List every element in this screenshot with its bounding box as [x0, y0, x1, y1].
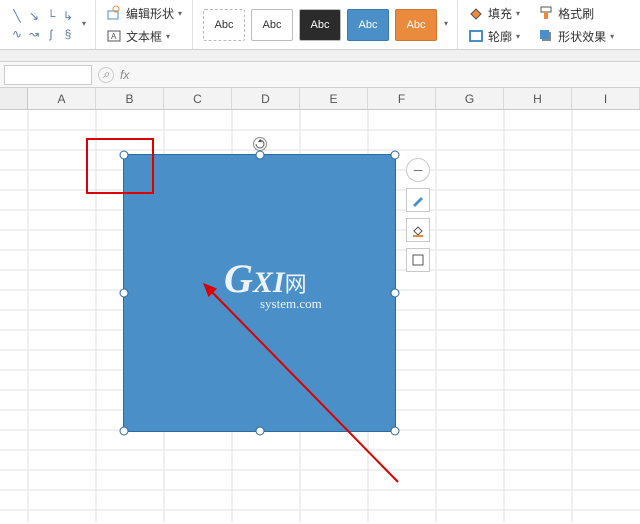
- text-box-button[interactable]: A 文本框 ▾: [102, 26, 186, 47]
- shape-effect-button[interactable]: 形状效果 ▾: [534, 26, 618, 47]
- annotation-red-box: [86, 138, 154, 194]
- resize-handle-ne[interactable]: [391, 151, 400, 160]
- formula-bar: ⌕ fx: [0, 62, 640, 88]
- col-header[interactable]: A: [28, 88, 96, 109]
- selected-shape-rectangle[interactable]: GXI网 system.com: [123, 154, 396, 432]
- fx-label: fx: [120, 68, 129, 82]
- style-swatch-orange[interactable]: Abc: [395, 9, 437, 41]
- text-box-label: 文本框: [126, 28, 162, 45]
- resize-handle-e[interactable]: [391, 289, 400, 298]
- resize-handle-w[interactable]: [120, 289, 129, 298]
- style-gallery-group: Abc Abc Abc Abc Abc ▾: [193, 0, 458, 49]
- style-swatch-black[interactable]: Abc: [299, 9, 341, 41]
- edit-shape-icon: [106, 5, 122, 21]
- ribbon-spacer: [0, 50, 640, 62]
- float-outline-button[interactable]: [406, 248, 430, 272]
- shapes-dropdown-icon[interactable]: ▾: [79, 19, 89, 31]
- shapes-gallery-group: ╲ ↘ └ ↳ ∿ ↝ ʃ § ▾: [0, 0, 96, 49]
- format-painter-label: 格式刷: [558, 5, 594, 22]
- col-header[interactable]: C: [164, 88, 232, 109]
- format-painter-button[interactable]: 格式刷: [534, 3, 598, 24]
- fill-label: 填充: [488, 5, 512, 22]
- edit-shape-label: 编辑形状: [126, 5, 174, 22]
- name-box[interactable]: [4, 65, 92, 85]
- ribbon-toolbar: ╲ ↘ └ ↳ ∿ ↝ ʃ § ▾ 编辑形状 ▾: [0, 0, 640, 50]
- curve-arrow-icon[interactable]: ↝: [27, 27, 41, 41]
- curve-icon[interactable]: ∿: [10, 27, 24, 41]
- elbow-arrow-icon[interactable]: ↳: [61, 9, 75, 23]
- outline-label: 轮廓: [488, 28, 512, 45]
- outline-icon: [468, 28, 484, 44]
- insert-function-icon[interactable]: ⌕: [98, 67, 114, 83]
- resize-handle-s[interactable]: [255, 427, 264, 436]
- column-headers: A B C D E F G H I: [0, 88, 640, 110]
- col-header[interactable]: D: [232, 88, 300, 109]
- floating-shape-tools: －: [406, 158, 430, 272]
- text-box-icon: A: [106, 28, 122, 44]
- watermark: GXI网 system.com: [224, 255, 322, 312]
- fill-button[interactable]: 填充 ▾: [464, 3, 524, 24]
- col-header[interactable]: E: [300, 88, 368, 109]
- fill-icon: [468, 5, 484, 21]
- style-gallery-dropdown-icon[interactable]: ▾: [441, 19, 451, 31]
- freeform-icon[interactable]: ʃ: [44, 27, 58, 41]
- col-header[interactable]: B: [96, 88, 164, 109]
- select-all-corner[interactable]: [0, 88, 28, 109]
- float-minus-button[interactable]: －: [406, 158, 430, 182]
- resize-handle-sw[interactable]: [120, 427, 129, 436]
- format-painter-icon: [538, 5, 554, 21]
- style-swatch-dashed[interactable]: Abc: [203, 9, 245, 41]
- rotate-handle[interactable]: [253, 137, 267, 151]
- float-fill-button[interactable]: [406, 218, 430, 242]
- outline-button[interactable]: 轮廓 ▾: [464, 26, 524, 47]
- col-header[interactable]: F: [368, 88, 436, 109]
- style-swatch-blue[interactable]: Abc: [347, 9, 389, 41]
- style-swatch-white[interactable]: Abc: [251, 9, 293, 41]
- col-header[interactable]: H: [504, 88, 572, 109]
- edit-group: 编辑形状 ▾ A 文本框 ▾: [96, 0, 193, 49]
- shape-effect-label: 形状效果: [558, 28, 606, 45]
- resize-handle-n[interactable]: [255, 151, 264, 160]
- col-header[interactable]: G: [436, 88, 504, 109]
- spreadsheet: A B C D E F G H I: [0, 88, 640, 522]
- svg-text:A: A: [111, 32, 117, 41]
- float-pen-button[interactable]: [406, 188, 430, 212]
- shape-effect-icon: [538, 28, 554, 44]
- connector-icon[interactable]: └: [44, 9, 58, 23]
- shapes-gallery[interactable]: ╲ ↘ └ ↳ ∿ ↝ ʃ §: [6, 5, 79, 45]
- col-header[interactable]: I: [572, 88, 640, 109]
- resize-handle-se[interactable]: [391, 427, 400, 436]
- arrow-icon[interactable]: ↘: [27, 9, 41, 23]
- format-group: 填充 ▾ 格式刷 轮廓 ▾: [458, 0, 624, 49]
- edit-shape-button[interactable]: 编辑形状 ▾: [102, 3, 186, 24]
- scribble-icon[interactable]: §: [61, 27, 75, 41]
- line-icon[interactable]: ╲: [10, 9, 24, 23]
- cell-grid[interactable]: GXI网 system.com －: [0, 110, 640, 522]
